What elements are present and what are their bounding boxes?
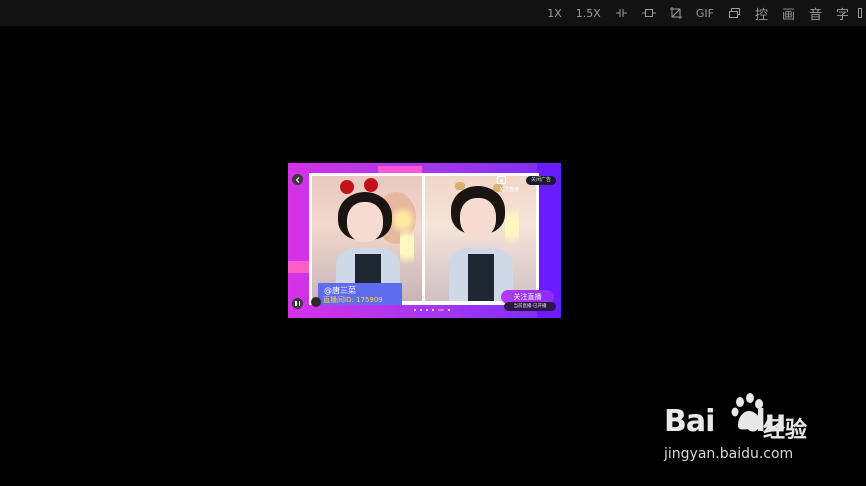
live-status-strip: 当前直播·已开播 [504,302,556,311]
person-face [347,202,383,242]
fairy-lights [505,196,519,256]
carousel-dot[interactable] [420,309,422,311]
jingyan-text: 经验 [763,418,808,443]
audio-button[interactable]: 音 [802,0,829,26]
carousel-dot[interactable] [426,309,428,311]
carousel-dot[interactable] [414,309,416,311]
person-face [460,198,496,238]
pause-icon[interactable] [292,298,303,309]
expand-icon[interactable] [635,0,663,26]
shrink-icon[interactable] [608,0,635,26]
subtitle-button[interactable]: 字 [829,0,856,26]
share-icon[interactable] [311,297,321,307]
close-ad-pill[interactable]: 关闭广告 [525,176,556,185]
speed-1-5x-button[interactable]: 1.5X [569,0,608,26]
speed-1x-button[interactable]: 1X [540,0,569,26]
camera-icon[interactable] [497,176,506,184]
streamer-nameplate: @唐三菜 直播间ID: 175909 [318,283,402,305]
person-vest [468,254,494,301]
decor-block [288,261,311,273]
top-caption: 关注直播 [499,187,520,193]
player-toolbar: 1X 1.5X GIF 控 画 音 字 [0,0,866,26]
video-frame[interactable]: @唐三菜 直播间ID: 175909 关闭广告 关注直播 关注直播 当前直播·已… [288,163,561,318]
baidu-jingyan-watermark: Bai du 经验 jingyan.baidu.com [662,392,822,470]
hair-bow [455,182,465,190]
pip-window-icon[interactable] [721,0,748,26]
more-icon[interactable] [856,0,864,26]
back-icon[interactable] [292,174,303,185]
paw-icon [731,393,763,430]
gif-button[interactable]: GIF [689,0,721,26]
carousel-dot[interactable] [432,309,434,311]
room-id: 直播间ID: 175909 [323,296,383,304]
mouse-ear [340,180,354,194]
stream-panel-right [425,176,536,301]
carousel-dot[interactable] [448,309,450,311]
carousel-dot-active[interactable] [438,309,444,311]
watermark-url: jingyan.baidu.com [664,446,794,462]
crop-icon[interactable] [663,0,689,26]
fairy-lights [400,216,414,276]
logo-bai: Bai [664,404,715,439]
mouse-ear [364,178,378,192]
carousel-dots [414,309,450,311]
picture-button[interactable]: 画 [775,0,802,26]
control-button[interactable]: 控 [748,0,775,26]
